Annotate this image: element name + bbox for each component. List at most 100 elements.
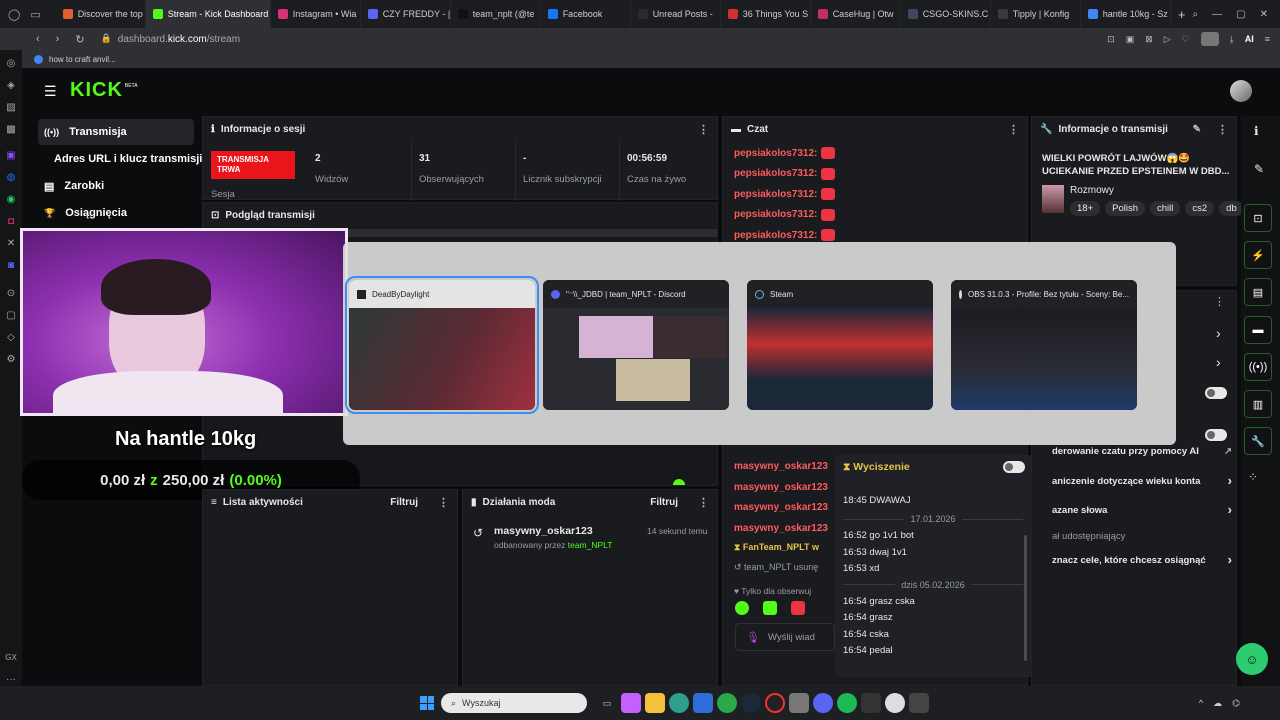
taskview-icon[interactable]: ▭ xyxy=(597,693,617,713)
play-icon[interactable]: ▷ xyxy=(1164,34,1171,45)
bookmark-icon[interactable]: ⊡ xyxy=(1107,34,1115,45)
setting-row[interactable]: aniczenie dotyczące wieku konta › xyxy=(1052,473,1232,488)
user-avatar[interactable] xyxy=(1230,80,1252,102)
info-icon[interactable]: ℹ xyxy=(1254,124,1259,138)
ai-button[interactable]: AI xyxy=(1245,34,1254,44)
browser-tab[interactable]: 36 Things You S xyxy=(721,0,811,28)
stream-tag[interactable]: Polish xyxy=(1105,201,1145,216)
vpn-icon[interactable]: ⊠ xyxy=(1145,34,1153,45)
sidebar-icon[interactable]: ▩ xyxy=(0,118,22,140)
browser-tab[interactable]: hantle 10kg - Sz xyxy=(1081,0,1171,28)
discord-icon[interactable]: ◙ xyxy=(0,254,22,276)
reload-icon[interactable]: ↻ xyxy=(75,33,84,46)
kebab-menu-icon[interactable]: ⋮ xyxy=(698,496,709,509)
new-tab-button[interactable]: + xyxy=(1171,7,1193,22)
spotify-icon[interactable] xyxy=(837,693,857,713)
browser-tab[interactable]: CSGO-SKINS.C xyxy=(901,0,991,28)
browser-tab[interactable]: team_nplt (@te xyxy=(451,0,541,28)
external-link-icon[interactable]: ↗ xyxy=(1224,446,1232,457)
rail-broadcast-button[interactable]: ((•)) xyxy=(1244,353,1272,381)
rail-more-icon[interactable]: ⁘ xyxy=(1248,470,1258,484)
dbd-icon[interactable] xyxy=(789,693,809,713)
chat-message[interactable]: masywny_oskar123 xyxy=(734,502,828,513)
network-icon[interactable]: ⌬ xyxy=(1232,698,1240,709)
back-icon[interactable]: ‹ xyxy=(36,33,40,46)
browser-tab[interactable]: Unread Posts - xyxy=(631,0,721,28)
chat-username[interactable]: masywny_oskar123 xyxy=(734,523,828,534)
chrome-icon[interactable] xyxy=(717,693,737,713)
settings-icon[interactable]: ⚙ xyxy=(0,348,22,370)
chat-username[interactable]: pepsiakolos7312: xyxy=(734,230,817,241)
setting-toggle[interactable] xyxy=(1205,429,1227,441)
chevron-right-icon[interactable]: › xyxy=(1216,325,1221,341)
microphone-icon[interactable]: 🎙 xyxy=(746,631,760,644)
edge-icon[interactable] xyxy=(669,693,689,713)
kebab-menu-icon[interactable]: ⋮ xyxy=(698,123,709,136)
chat-message[interactable]: pepsiakolos7312: xyxy=(734,167,836,180)
edit-icon[interactable]: ✎ xyxy=(1193,124,1201,135)
nav-stream-key[interactable]: Adres URL i klucz transmisji xyxy=(48,146,208,172)
filter-button[interactable]: Filtruj xyxy=(650,497,678,508)
timeout-toggle[interactable] xyxy=(1003,461,1025,473)
messenger-icon[interactable]: ◍ xyxy=(0,166,22,188)
nav-transmisja[interactable]: ((•)) Transmisja xyxy=(38,119,194,145)
heart-icon[interactable]: ♡ xyxy=(1182,34,1190,45)
chat-username[interactable]: pepsiakolos7312: xyxy=(734,168,817,179)
switcher-window-obs[interactable]: OBS 31.0.3 - Profile: Bez tytułu - Sceny… xyxy=(951,280,1137,410)
download-icon[interactable]: ⤓ xyxy=(1230,34,1234,45)
setting-row[interactable]: derowanie czatu przy pomocy AI ↗ xyxy=(1052,446,1232,457)
instagram-icon[interactable]: ◘ xyxy=(0,210,22,232)
chat-username[interactable]: masywny_oskar123 xyxy=(734,502,828,513)
menu-icon[interactable]: ≡ xyxy=(1265,34,1270,44)
forward-icon[interactable]: › xyxy=(56,33,60,46)
browser-tab[interactable]: Stream - Kick Dashboard xyxy=(145,0,271,28)
onedrive-icon[interactable]: ☁ xyxy=(1213,698,1222,709)
steam-icon[interactable] xyxy=(741,693,761,713)
setting-row[interactable]: ał udostępniający xyxy=(1052,531,1125,542)
sidebar-icon[interactable]: ⊙ xyxy=(0,282,22,304)
chat-username[interactable]: pepsiakolos7312: xyxy=(734,148,817,159)
browser-tab[interactable]: Instagram • Wia xyxy=(271,0,361,28)
setting-row[interactable]: azane słowa › xyxy=(1052,502,1232,517)
taskbar-search[interactable]: ⌕ Wyszukaj xyxy=(441,693,587,713)
nav-osiagniecia[interactable]: 🏆 Osiągnięcia xyxy=(38,200,194,226)
windows-start-icon[interactable] xyxy=(420,696,434,710)
chevron-right-icon[interactable]: › xyxy=(1228,552,1232,567)
sidebar-icon[interactable]: ◎ xyxy=(0,52,22,74)
copilot-icon[interactable] xyxy=(621,693,641,713)
maximize-icon[interactable]: ▢ xyxy=(1236,9,1245,20)
chat-message[interactable]: masywny_oskar123 xyxy=(734,482,828,493)
browser-tab[interactable]: Facebook xyxy=(541,0,631,28)
twitch-icon[interactable]: ▣ xyxy=(0,144,22,166)
rail-doc-button[interactable]: ▤ xyxy=(1244,278,1272,306)
browser-tab[interactable]: Tipply | Konfig xyxy=(991,0,1081,28)
bookmark-item[interactable]: how to craft anvil... xyxy=(49,55,116,64)
stream-tag[interactable]: cs2 xyxy=(1185,201,1215,216)
rail-bolt-button[interactable]: ⚡ xyxy=(1244,241,1272,269)
folder-icon[interactable] xyxy=(645,693,665,713)
whatsapp-icon[interactable]: ◉ xyxy=(0,188,22,210)
rail-wrench-button[interactable]: 🔧 xyxy=(1244,427,1272,455)
profile-avatar[interactable] xyxy=(1200,32,1219,46)
obs-icon[interactable] xyxy=(885,693,905,713)
stream-tag[interactable]: 18+ xyxy=(1070,201,1101,216)
chevron-right-icon[interactable]: › xyxy=(1228,502,1232,517)
support-chat-button[interactable]: ☺ xyxy=(1236,643,1268,675)
app-icon[interactable] xyxy=(693,693,713,713)
chevron-up-icon[interactable]: ^ xyxy=(1199,698,1203,709)
kebab-menu-icon[interactable]: ⋮ xyxy=(1217,123,1228,136)
chat-input[interactable]: 🎙 Wyślij wiad xyxy=(735,623,835,651)
emote-icon[interactable] xyxy=(735,601,749,615)
chat-message[interactable]: masywny_oskar123 xyxy=(734,523,828,534)
edit-icon[interactable]: ✎ xyxy=(1254,162,1264,176)
browser-tab[interactable]: Discover the top xyxy=(56,0,146,28)
tab-overview-icon[interactable]: ▭ xyxy=(30,8,40,21)
nav-zarobki[interactable]: ▤ Zarobki xyxy=(38,173,194,199)
chat-message[interactable]: masywny_oskar123 xyxy=(734,461,828,472)
discord-icon[interactable] xyxy=(813,693,833,713)
chat-message[interactable]: pepsiakolos7312: xyxy=(734,208,836,221)
chat-message[interactable]: pepsiakolos7312: xyxy=(734,147,836,159)
url-field[interactable]: dashboard.kick.com/stream xyxy=(118,34,240,45)
kebab-menu-icon[interactable]: ⋮ xyxy=(1214,295,1225,308)
scrollbar[interactable] xyxy=(1024,535,1027,661)
